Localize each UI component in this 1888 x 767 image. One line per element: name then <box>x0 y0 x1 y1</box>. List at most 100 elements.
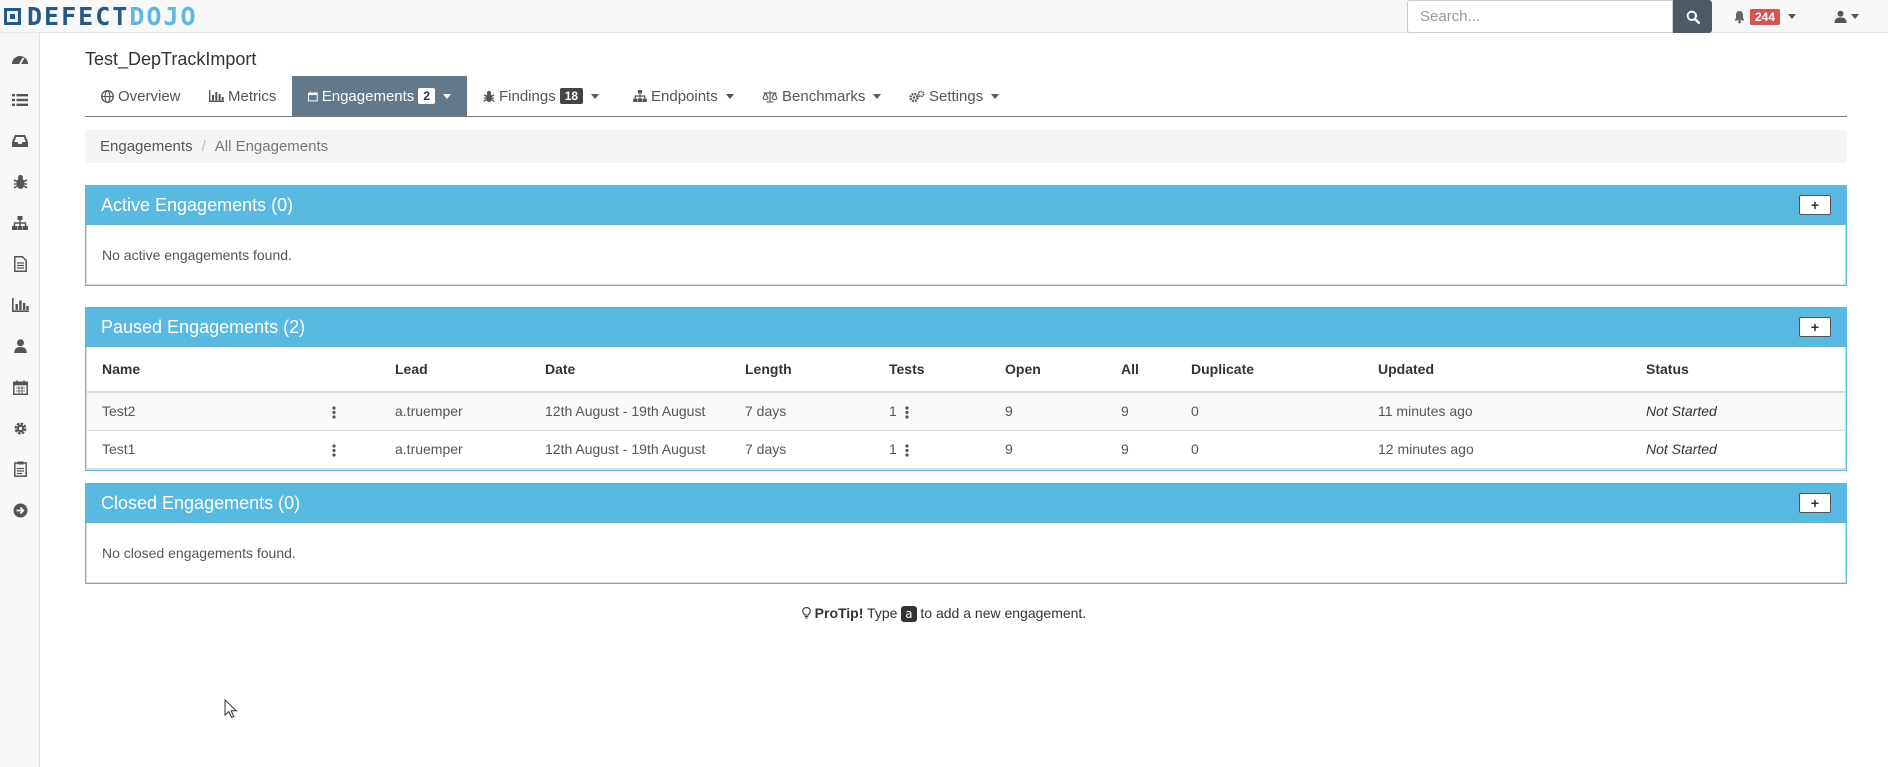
column-header-name[interactable]: Name <box>87 347 380 393</box>
column-header-date[interactable]: Date <box>530 347 730 393</box>
sidebar-item-users[interactable] <box>0 326 40 366</box>
sidebar-item-engagements[interactable] <box>0 121 40 161</box>
engagement-name-cell: Test2 <box>87 392 380 431</box>
search-input[interactable] <box>1407 0 1673 33</box>
tab-overview[interactable]: Overview <box>85 76 197 116</box>
user-dropdown[interactable] <box>1834 0 1859 33</box>
tab-benchmarks-label: Benchmarks <box>782 87 866 105</box>
paused-engagements-table: Name Lead Date Length Tests Open All Dup… <box>87 347 1845 469</box>
logo-text-dojo: DOJO <box>129 1 198 31</box>
balance-scale-icon <box>762 90 778 103</box>
engagement-all-cell: 9 <box>1106 392 1176 431</box>
notifications-dropdown[interactable]: 244 <box>1733 0 1797 33</box>
engagement-name-cell: Test1 <box>87 430 380 469</box>
logo-mark-icon <box>4 7 21 25</box>
kebab-menu-icon[interactable] <box>332 444 336 457</box>
kebab-menu-icon[interactable] <box>332 406 336 419</box>
sidebar-item-reports[interactable] <box>0 244 40 284</box>
column-header-all[interactable]: All <box>1106 347 1176 393</box>
user-icon <box>1834 10 1847 23</box>
closed-engagements-header: Closed Engagements (0) + <box>86 483 1846 523</box>
active-engagements-title: Active Engagements (0) <box>101 194 294 215</box>
engagement-tests-count[interactable]: 1 <box>889 441 897 457</box>
product-tabs: Overview Metrics Engagements 2 Findings … <box>85 76 1847 117</box>
findings-count-badge: 18 <box>559 88 584 104</box>
engagement-date-cell: 12th August - 19th August <box>530 430 730 469</box>
sidebar-item-components[interactable] <box>0 203 40 243</box>
sidebar-item-configuration[interactable] <box>0 408 40 448</box>
kebab-menu-icon[interactable] <box>905 406 909 419</box>
closed-engagements-body: No closed engagements found. <box>86 523 1846 583</box>
bell-icon <box>1734 10 1745 23</box>
search-button[interactable] <box>1673 0 1712 33</box>
engagement-tests-cell: 1 <box>874 392 990 431</box>
closed-engagements-empty-text: No closed engagements found. <box>102 544 296 561</box>
engagement-duplicate-cell: 0 <box>1176 392 1363 431</box>
chevron-down-icon <box>443 93 451 99</box>
column-header-duplicate[interactable]: Duplicate <box>1176 347 1363 393</box>
engagement-updated-cell: 11 minutes ago <box>1363 392 1631 431</box>
tab-metrics-label: Metrics <box>228 87 277 105</box>
engagement-name-link[interactable]: Test2 <box>102 403 135 419</box>
breadcrumb: Engagements / All Engagements <box>85 130 1847 163</box>
logo[interactable]: DEFECT DOJO <box>4 1 198 31</box>
protip-label: ProTip! <box>814 605 864 621</box>
bar-chart-icon <box>11 298 29 312</box>
column-header-updated[interactable]: Updated <box>1363 347 1631 393</box>
tab-findings[interactable]: Findings 18 <box>467 76 615 116</box>
globe-icon <box>101 89 114 103</box>
sidebar-item-dashboard[interactable] <box>0 39 40 79</box>
sidebar-item-findings[interactable] <box>0 162 40 202</box>
engagement-tests-count[interactable]: 1 <box>889 403 897 419</box>
tab-engagements-label: Engagements <box>321 87 415 105</box>
add-paused-engagement-button[interactable]: + <box>1799 317 1831 337</box>
column-header-lead[interactable]: Lead <box>380 347 530 393</box>
breadcrumb-engagements-link[interactable]: Engagements <box>100 138 193 155</box>
tab-settings[interactable]: Settings <box>893 76 1015 116</box>
protip: ProTip! Type a to add a new engagement. <box>0 605 1888 622</box>
column-header-tests[interactable]: Tests <box>874 347 990 393</box>
tab-endpoints[interactable]: Endpoints <box>617 76 750 116</box>
engagements-count-badge: 2 <box>418 88 435 104</box>
plus-icon: + <box>1810 319 1820 335</box>
plus-icon: + <box>1810 197 1820 213</box>
sidebar-item-products[interactable] <box>0 80 40 120</box>
sidebar-item-questionnaires[interactable] <box>0 449 40 489</box>
calendar-icon <box>12 380 28 395</box>
column-header-open[interactable]: Open <box>990 347 1106 393</box>
sidebar-item-logout[interactable] <box>0 490 40 530</box>
mouse-cursor-icon <box>224 699 238 719</box>
protip-suffix: to add a new engagement. <box>920 605 1087 621</box>
bug-icon <box>13 175 27 189</box>
tab-engagements[interactable]: Engagements 2 <box>292 76 467 116</box>
closed-engagements-title: Closed Engagements (0) <box>101 492 301 513</box>
clipboard-icon <box>13 461 27 477</box>
chevron-down-icon <box>1851 14 1859 19</box>
breadcrumb-current: All Engagements <box>214 138 329 155</box>
column-header-length[interactable]: Length <box>730 347 874 393</box>
engagement-duplicate-cell: 0 <box>1176 430 1363 469</box>
add-active-engagement-button[interactable]: + <box>1799 195 1831 215</box>
column-header-status[interactable]: Status <box>1631 347 1845 393</box>
sidebar-item-metrics[interactable] <box>0 285 40 325</box>
kebab-menu-icon[interactable] <box>905 444 909 457</box>
engagement-updated-cell: 12 minutes ago <box>1363 430 1631 469</box>
tab-endpoints-label: Endpoints <box>651 87 718 105</box>
chevron-down-icon <box>591 93 600 99</box>
protip-key: a <box>901 606 917 622</box>
engagement-length-cell: 7 days <box>730 430 874 469</box>
inbox-icon <box>12 135 28 147</box>
engagement-name-link[interactable]: Test1 <box>102 441 135 457</box>
sitemap-icon <box>12 216 28 230</box>
sitemap-icon <box>633 90 647 102</box>
gear-icon <box>14 422 26 434</box>
tab-metrics[interactable]: Metrics <box>193 76 292 116</box>
table-row: Test2 a.truemper 12th August - 19th Augu… <box>87 392 1845 431</box>
sidebar-item-calendar[interactable] <box>0 367 40 407</box>
active-engagements-body: No active engagements found. <box>86 225 1846 285</box>
user-icon <box>13 339 27 353</box>
tab-overview-label: Overview <box>118 87 181 105</box>
tab-benchmarks[interactable]: Benchmarks <box>746 76 897 116</box>
active-engagements-header: Active Engagements (0) + <box>86 185 1846 225</box>
add-closed-engagement-button[interactable]: + <box>1799 493 1831 513</box>
